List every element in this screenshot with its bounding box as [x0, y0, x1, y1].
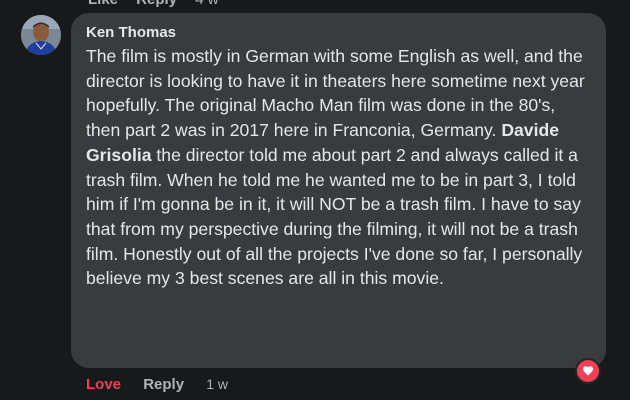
comment-text: The film is mostly in German with some E… [86, 44, 592, 291]
avatar-photo [21, 15, 61, 55]
previous-comment-actions: Like Reply 4 w [88, 0, 233, 8]
love-reaction-icon [577, 360, 599, 382]
like-button[interactable]: Like [88, 0, 118, 8]
timestamp[interactable]: 4 w [195, 0, 218, 8]
comment-text-part: the director told me about part 2 and al… [86, 144, 583, 289]
comment-author[interactable]: Ken Thomas [86, 23, 592, 42]
comment-thread: Like Reply 4 w Ken Thomas The film is mo… [0, 0, 630, 400]
avatar[interactable] [21, 15, 61, 55]
reply-button[interactable]: Reply [136, 0, 177, 8]
comment-actions: Love Reply 1 w [86, 375, 228, 394]
reaction-badge[interactable] [575, 358, 601, 384]
timestamp[interactable]: 1 w [206, 375, 228, 394]
comment-bubble: Ken Thomas The film is mostly in German … [71, 13, 606, 368]
reply-button[interactable]: Reply [143, 375, 184, 394]
love-button[interactable]: Love [86, 375, 121, 394]
